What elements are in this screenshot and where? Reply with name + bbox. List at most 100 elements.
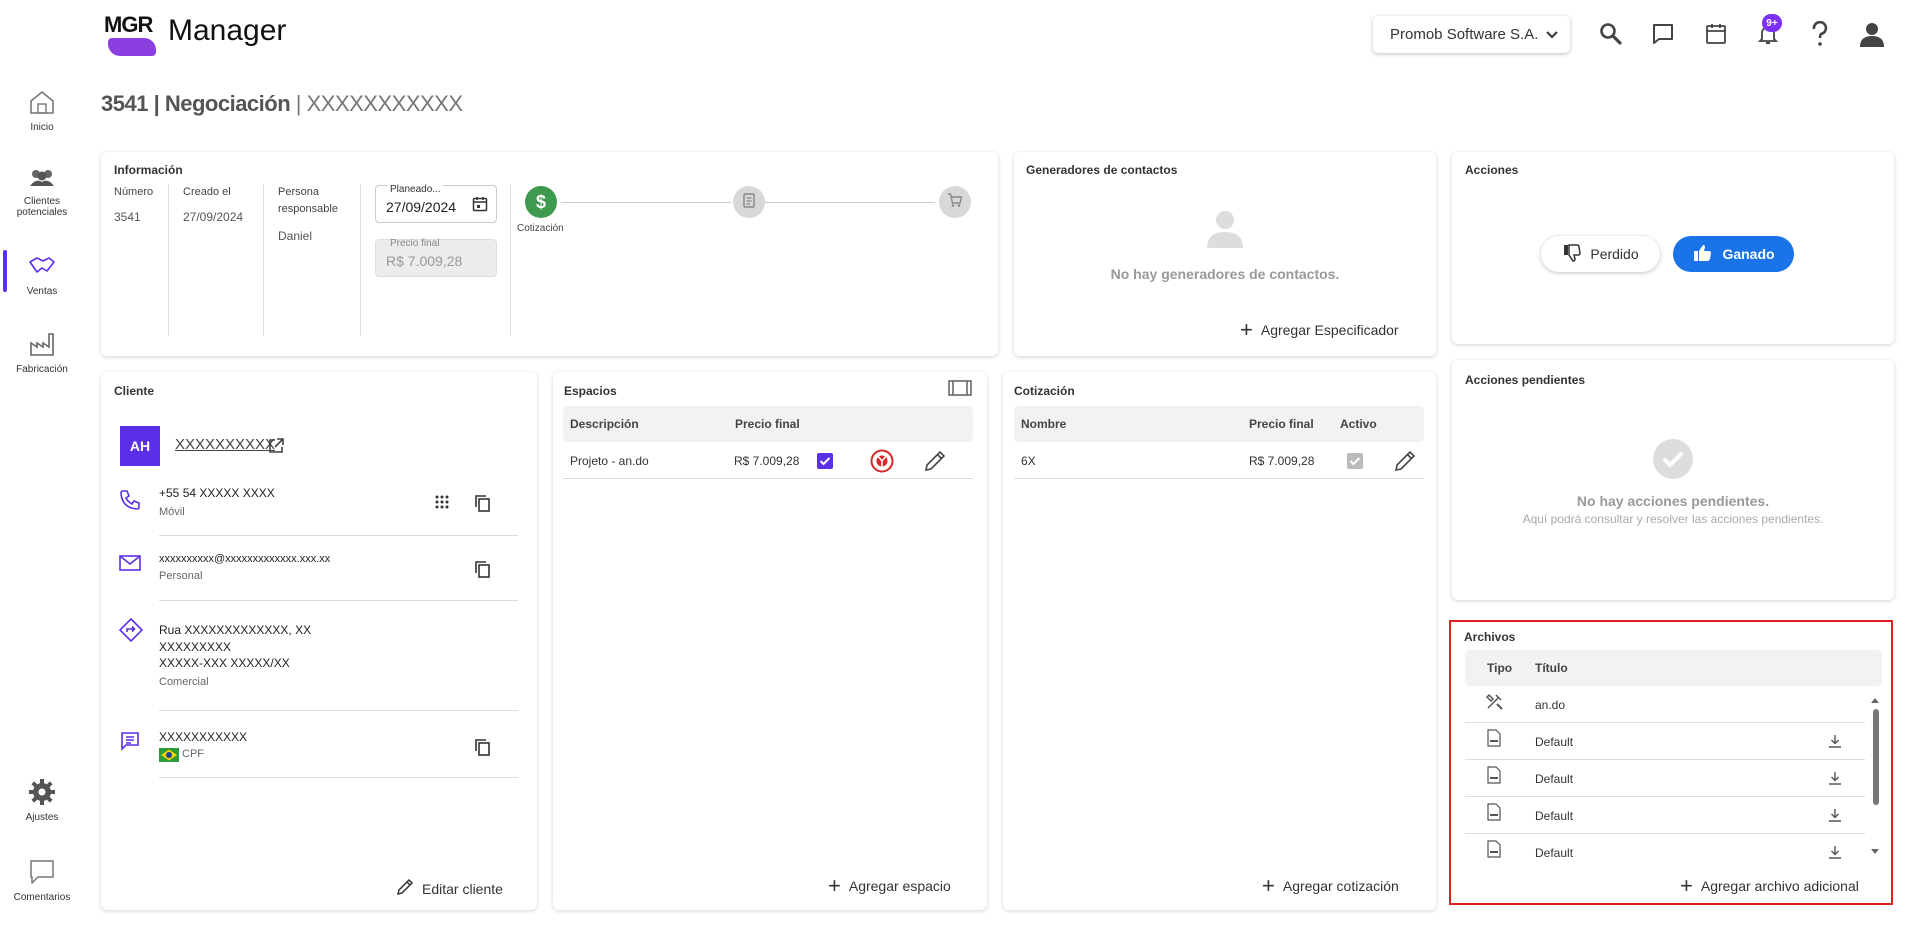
checkbox-checked-disabled	[1347, 453, 1363, 469]
sidebar-item-label: Clientes potenciales	[16, 196, 68, 218]
add-especificador-button[interactable]: + Agregar Especificador	[1240, 319, 1399, 341]
logo-shape	[108, 38, 156, 56]
card-title: Cliente	[114, 384, 155, 398]
sidebar-item-ajustes[interactable]: Ajustes	[0, 778, 84, 823]
plus-icon: +	[828, 873, 841, 898]
chat-icon[interactable]	[1649, 20, 1677, 48]
precio-final-field: Precio final R$ 7.009,28	[375, 238, 497, 277]
dollar-icon: $	[535, 191, 546, 212]
thumbs-down-icon	[1562, 243, 1582, 266]
add-cotizacion-button[interactable]: + Agregar cotización	[1262, 873, 1399, 898]
check-circle-icon	[1652, 438, 1694, 485]
stepper-line	[561, 202, 731, 203]
creado-value: 27/09/2024	[183, 210, 244, 224]
card-title: Cotización	[1014, 384, 1075, 398]
plus-icon: +	[1262, 873, 1275, 898]
field-label: Planeado...	[388, 184, 443, 195]
sidebar-item-inicio[interactable]: Inicio	[0, 88, 84, 133]
logo-text: MGR	[104, 12, 153, 37]
calendar-icon[interactable]	[472, 196, 488, 217]
dialpad-icon[interactable]	[435, 495, 449, 516]
field-value: 27/09/2024	[386, 199, 457, 215]
table-header: Nombre Precio final Activo	[1014, 406, 1424, 442]
numero-label: Número	[114, 186, 154, 198]
home-icon	[28, 88, 56, 116]
thumbs-up-icon	[1692, 243, 1714, 266]
user-icon[interactable]	[1858, 20, 1886, 48]
pencil-icon	[396, 878, 414, 899]
field-label: Precio final	[390, 238, 440, 249]
column-header: Precio final	[735, 417, 800, 431]
address-line: XXXXXXXXX	[159, 640, 232, 654]
step-purchase[interactable]	[939, 186, 971, 218]
card-title: Espacios	[564, 384, 617, 398]
directions-icon	[118, 617, 144, 647]
list-item: xxxxxxxxxx@xxxxxxxxxxxxx.xxx.xx Personal	[159, 548, 518, 601]
planeado-date-field[interactable]: Planeado... 27/09/2024	[375, 184, 497, 223]
app-name: Manager	[168, 14, 287, 47]
client-name-link[interactable]: XXXXXXXXXX	[175, 436, 275, 453]
quote-name: 6X	[1021, 454, 1036, 468]
column-header: Nombre	[1021, 417, 1067, 431]
sidebar-item-label: Inicio	[30, 122, 54, 133]
button-label: Agregar cotización	[1282, 878, 1399, 894]
sidebar-item-label: Fabricación	[16, 364, 68, 375]
email-address: xxxxxxxxxx@xxxxxxxxxxxxx.xxx.xx	[159, 553, 331, 565]
factory-icon	[28, 330, 56, 358]
copy-icon[interactable]	[474, 738, 492, 761]
edit-client-button[interactable]: Editar cliente	[396, 878, 503, 899]
generadores-card: Generadores de contactos No hay generado…	[1014, 152, 1436, 356]
view-toggle-icon[interactable]	[948, 380, 972, 401]
copy-icon[interactable]	[474, 560, 492, 583]
step-order[interactable]	[733, 186, 765, 218]
stepper-line	[765, 202, 935, 203]
list-item: +55 54 XXXXX XXXX Móvil	[159, 482, 518, 536]
divider	[168, 184, 169, 336]
sidebar-item-label: Ajustes	[25, 812, 59, 823]
comment-icon	[28, 858, 56, 886]
list-item: XXXXXXXXXXX CPF	[159, 726, 518, 778]
perdido-button[interactable]: Perdido	[1541, 236, 1660, 272]
persona-label: Persona responsable	[278, 186, 338, 215]
company-selector[interactable]: Promob Software S.A.	[1373, 16, 1570, 53]
top-bar: MGR Manager Promob Software S.A. 9+	[0, 0, 1916, 68]
pencil-icon[interactable]	[1394, 450, 1416, 475]
app-logo[interactable]: MGR	[104, 12, 156, 58]
checkbox-checked[interactable]	[817, 453, 833, 469]
pencil-icon[interactable]	[924, 450, 946, 475]
copy-icon[interactable]	[474, 494, 492, 517]
sidebar-item-comentarios[interactable]: Comentarios	[0, 858, 84, 903]
external-link-icon[interactable]	[267, 437, 285, 460]
promob-icon[interactable]	[870, 449, 894, 476]
table-row[interactable]: Projeto - an.do R$ 7.009,28	[563, 443, 973, 479]
chevron-down-icon	[1546, 27, 1559, 42]
help-icon[interactable]	[1806, 20, 1834, 48]
deal-number: 3541	[101, 91, 148, 116]
column-header: Precio final	[1249, 417, 1314, 431]
address-line: XXXXX-XXX XXXXX/XX	[159, 656, 290, 670]
ganado-button[interactable]: Ganado	[1673, 236, 1794, 272]
phone-icon	[119, 489, 141, 516]
gear-icon	[28, 778, 56, 806]
phone-number: +55 54 XXXXX XXXX	[159, 486, 275, 500]
card-title: Acciones pendientes	[1465, 373, 1586, 387]
sidebar-item-ventas[interactable]: Ventas	[0, 250, 84, 297]
page-title: 3541 | Negociación | XXXXXXXXXXX	[101, 91, 463, 116]
sidebar-item-clientes[interactable]: Clientes potenciales	[0, 168, 84, 218]
company-name: Promob Software S.A.	[1390, 26, 1539, 43]
button-label: Agregar Especificador	[1260, 322, 1399, 338]
table-row[interactable]: 6X R$ 7.009,28	[1014, 443, 1424, 479]
people-icon	[28, 168, 56, 190]
cart-icon	[947, 192, 963, 213]
search-icon[interactable]	[1597, 20, 1625, 48]
card-title: Información	[114, 163, 183, 177]
calendar-icon[interactable]	[1702, 20, 1730, 48]
handshake-icon	[28, 252, 56, 280]
phone-type: Móvil	[159, 506, 185, 518]
add-espacio-button[interactable]: + Agregar espacio	[828, 873, 951, 898]
button-label: Ganado	[1722, 246, 1775, 262]
deal-section: Negociación	[164, 91, 291, 116]
step-cotizacion[interactable]: $	[525, 186, 557, 218]
persona-value: Daniel	[278, 229, 313, 243]
sidebar-item-fabricacion[interactable]: Fabricación	[0, 330, 84, 375]
